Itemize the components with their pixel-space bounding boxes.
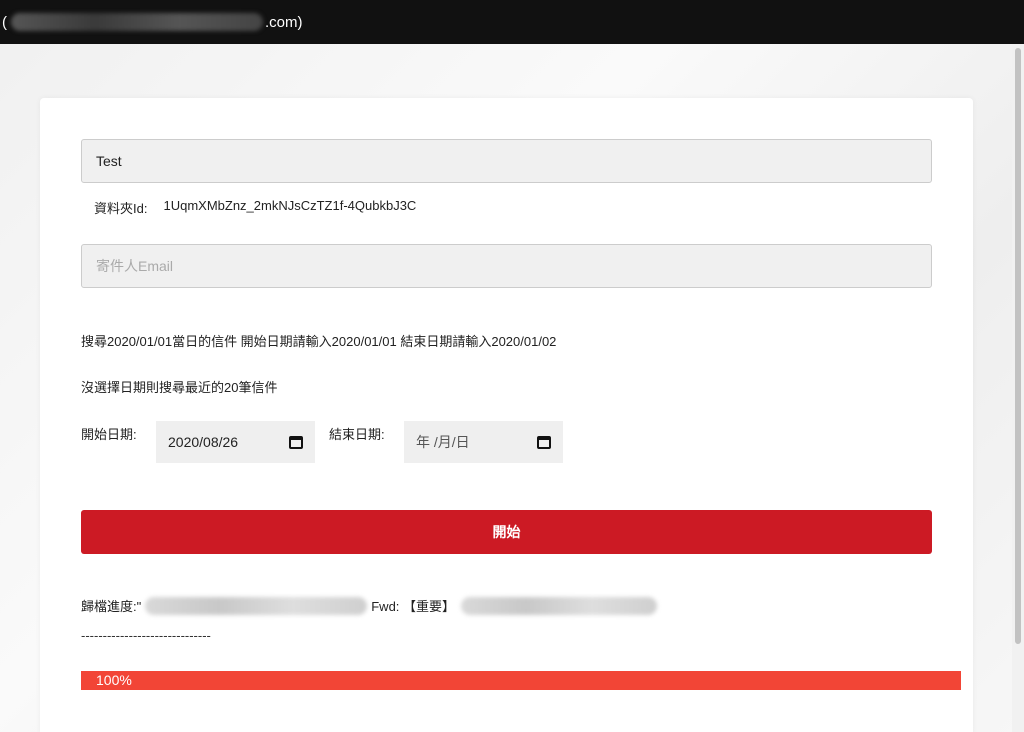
account-header: ( .com) [0, 0, 1024, 44]
folder-name-input[interactable]: Test [81, 139, 932, 183]
start-button[interactable]: 開始 [81, 510, 932, 554]
scrollbar-thumb[interactable] [1015, 48, 1021, 644]
end-date-input[interactable]: 年 /月/日 [404, 421, 563, 463]
end-date-value: 年 /月/日 [416, 434, 470, 450]
email-suffix: .com) [265, 13, 303, 31]
page-scrollbar[interactable] [1012, 44, 1024, 732]
status-subject-prefix: Fwd: 【重要】 [371, 599, 456, 614]
folder-name-value: Test [96, 153, 122, 169]
folder-id-value: 1UqmXMbZnz_2mkNJsCzTZ1f-4QubkbJ3C [163, 198, 417, 213]
default-search-hint: 沒選擇日期則搜尋最近的20筆信件 [81, 380, 278, 395]
sender-email-input[interactable]: 寄件人Email [81, 244, 932, 288]
progress-fill: 100% [81, 671, 961, 690]
start-date-label: 開始日期: [81, 427, 137, 442]
end-date-label: 結束日期: [329, 427, 385, 442]
start-date-input[interactable]: 2020/08/26 [156, 421, 315, 463]
archive-form-card: Test 資料夾Id: 1UqmXMbZnz_2mkNJsCzTZ1f-4Qub… [40, 98, 973, 732]
email-prefix: ( [2, 13, 7, 31]
start-date-value: 2020/08/26 [168, 434, 239, 450]
date-hint-text: 搜尋2020/01/01當日的信件 開始日期請輸入2020/01/01 結束日期… [81, 334, 557, 349]
folder-id-row: 資料夾Id: 1UqmXMbZnz_2mkNJsCzTZ1f-4QubkbJ3C [94, 198, 416, 217]
calendar-icon[interactable] [537, 435, 551, 449]
calendar-icon[interactable] [289, 435, 303, 449]
redacted-sender [145, 596, 368, 615]
progress-percent: 100% [96, 672, 132, 688]
divider-line: ------------------------------ [81, 628, 211, 643]
folder-id-label: 資料夾Id: [94, 201, 148, 216]
redacted-subject [461, 596, 658, 615]
archive-status: 歸檔進度:" Fwd: 【重要】 [81, 596, 658, 615]
progress-bar: 100% [81, 671, 961, 690]
redacted-email [11, 13, 263, 31]
status-prefix: 歸檔進度:" [81, 599, 142, 614]
sender-email-placeholder: 寄件人Email [96, 258, 174, 274]
